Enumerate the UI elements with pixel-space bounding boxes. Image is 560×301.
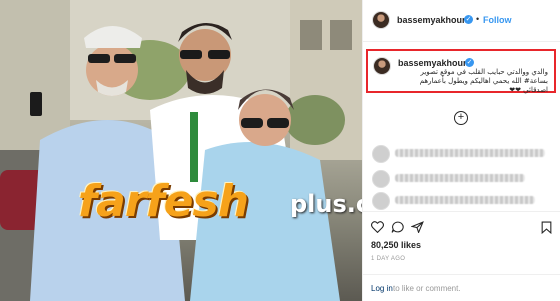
- action-bar: [363, 211, 560, 237]
- post-time[interactable]: 1 DAY AGO: [371, 256, 405, 262]
- post-side-panel: bassemyakhour ✓ • Follow bassemyakhour ✓…: [362, 0, 560, 301]
- verified-badge-icon: ✓: [464, 15, 473, 24]
- post-photo[interactable]: farfesh plus.com: [0, 0, 362, 301]
- comment-icon[interactable]: [391, 221, 404, 233]
- blurred-comment: [395, 196, 535, 204]
- login-prompt: Log in to like or comment.: [363, 274, 560, 301]
- comment-avatar[interactable]: [372, 145, 390, 163]
- caption-avatar[interactable]: [373, 57, 391, 75]
- follow-button[interactable]: Follow: [483, 15, 512, 25]
- share-icon[interactable]: [411, 221, 424, 233]
- comment-avatar[interactable]: [372, 170, 390, 188]
- caption-username-link[interactable]: bassemyakhour: [398, 58, 467, 68]
- photo-scene: [0, 0, 362, 301]
- plus-circle-icon[interactable]: +: [454, 111, 468, 125]
- username-link[interactable]: bassemyakhour: [397, 15, 466, 25]
- blurred-comment: [395, 174, 525, 182]
- separator-dot: •: [476, 14, 480, 24]
- comment-avatar[interactable]: [372, 192, 390, 210]
- comment-row: [363, 143, 560, 165]
- bookmark-icon[interactable]: [541, 221, 552, 234]
- caption-highlight: bassemyakhour ✓ والدي ووالدتي حبايب القل…: [366, 49, 556, 94]
- avatar[interactable]: [372, 11, 390, 29]
- comment-row: [363, 190, 560, 212]
- verified-badge-icon: ✓: [465, 58, 474, 67]
- post-header: bassemyakhour ✓ • Follow: [363, 0, 560, 42]
- comment-row: [363, 168, 560, 190]
- login-prompt-text: to like or comment.: [393, 284, 461, 293]
- heart-icon[interactable]: [371, 221, 384, 233]
- caption-text: والدي ووالدتي حبايب القلب في موقع تصوير …: [419, 68, 548, 94]
- likes-count[interactable]: 80,250 likes: [371, 240, 421, 250]
- blurred-comment: [395, 149, 545, 157]
- login-link[interactable]: Log in: [371, 284, 393, 293]
